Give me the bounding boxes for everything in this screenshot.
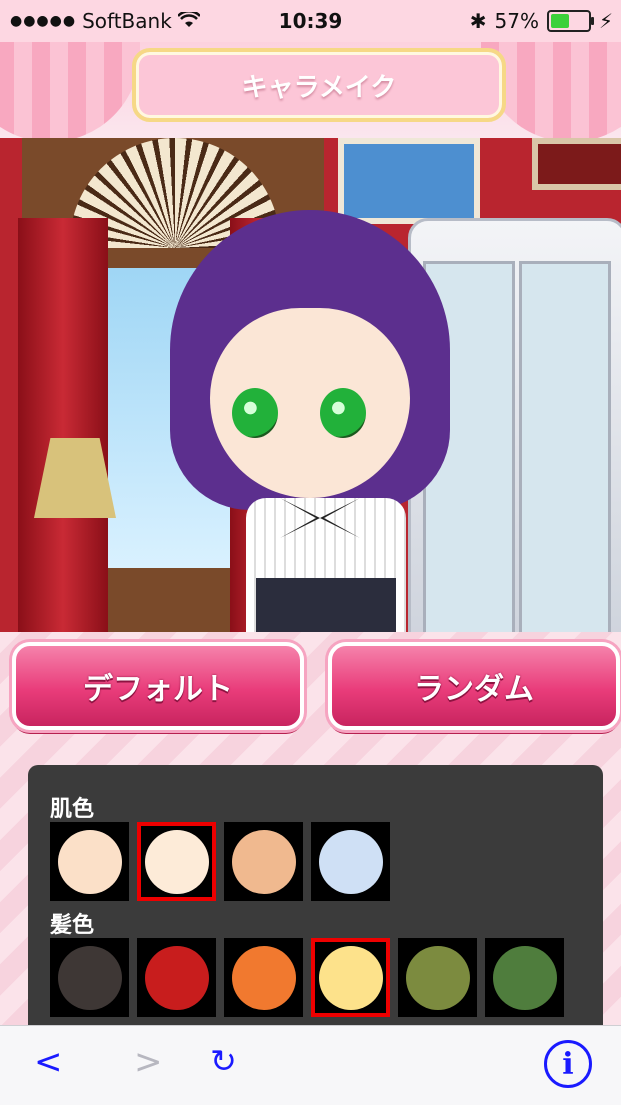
back-button[interactable]: < [34, 1042, 63, 1082]
skin-color-swatch[interactable] [311, 822, 390, 901]
skin-color-color-dot [144, 829, 209, 894]
wall-painting [338, 138, 480, 224]
status-bar: ●●●●● SoftBank 10:39 ✱ 57% ⚡ [0, 0, 621, 42]
character-eye-right [320, 388, 366, 438]
info-button[interactable]: i [544, 1040, 592, 1088]
hair-color-row [50, 938, 564, 1017]
hair-color-swatch[interactable] [137, 938, 216, 1017]
hair-color-color-dot [144, 945, 209, 1010]
skin-color-swatch[interactable] [50, 822, 129, 901]
hair-color-color-dot [492, 945, 557, 1010]
character-preview [0, 138, 621, 632]
app-header: キャラメイク [0, 42, 621, 138]
random-button[interactable]: ランダム [328, 642, 620, 730]
skin-color-swatch[interactable] [137, 822, 216, 901]
hair-color-color-dot [57, 945, 122, 1010]
hair-color-swatch[interactable] [311, 938, 390, 1017]
hair-color-color-dot [318, 945, 383, 1010]
skin-color-row [50, 822, 390, 901]
skin-color-color-dot [318, 829, 383, 894]
curtain-left-decoration [0, 42, 140, 138]
red-curtain-left [18, 218, 108, 632]
hair-color-swatch[interactable] [398, 938, 477, 1017]
character-eye-left [232, 388, 278, 438]
skin-color-color-dot [57, 829, 122, 894]
reload-button[interactable]: ↻ [210, 1042, 237, 1080]
battery-icon [546, 10, 594, 32]
skin-color-color-dot [231, 829, 296, 894]
bluetooth-icon: ✱ [469, 9, 487, 33]
hair-color-swatch[interactable] [224, 938, 303, 1017]
default-button[interactable]: デフォルト [12, 642, 304, 730]
status-right: ✱ 57% ⚡ [470, 9, 613, 33]
hair-color-color-dot [405, 945, 470, 1010]
charging-icon: ⚡ [598, 9, 613, 33]
hair-color-swatch[interactable] [50, 938, 129, 1017]
wall-frame [532, 138, 621, 190]
browser-toolbar: < > ↻ i [0, 1025, 621, 1105]
hair-color-label: 髪色 [50, 913, 95, 938]
color-panel: 肌色 髪色 [28, 765, 603, 1035]
hair-color-swatch[interactable] [485, 938, 564, 1017]
character-skirt [256, 578, 396, 632]
battery-percent: 57% [494, 9, 539, 33]
skin-color-swatch[interactable] [224, 822, 303, 901]
skin-color-label: 肌色 [50, 797, 95, 822]
hair-color-color-dot [231, 945, 296, 1010]
forward-button[interactable]: > [134, 1042, 163, 1082]
page-title: キャラメイク [132, 48, 506, 122]
action-buttons: デフォルト ランダム [0, 642, 621, 734]
